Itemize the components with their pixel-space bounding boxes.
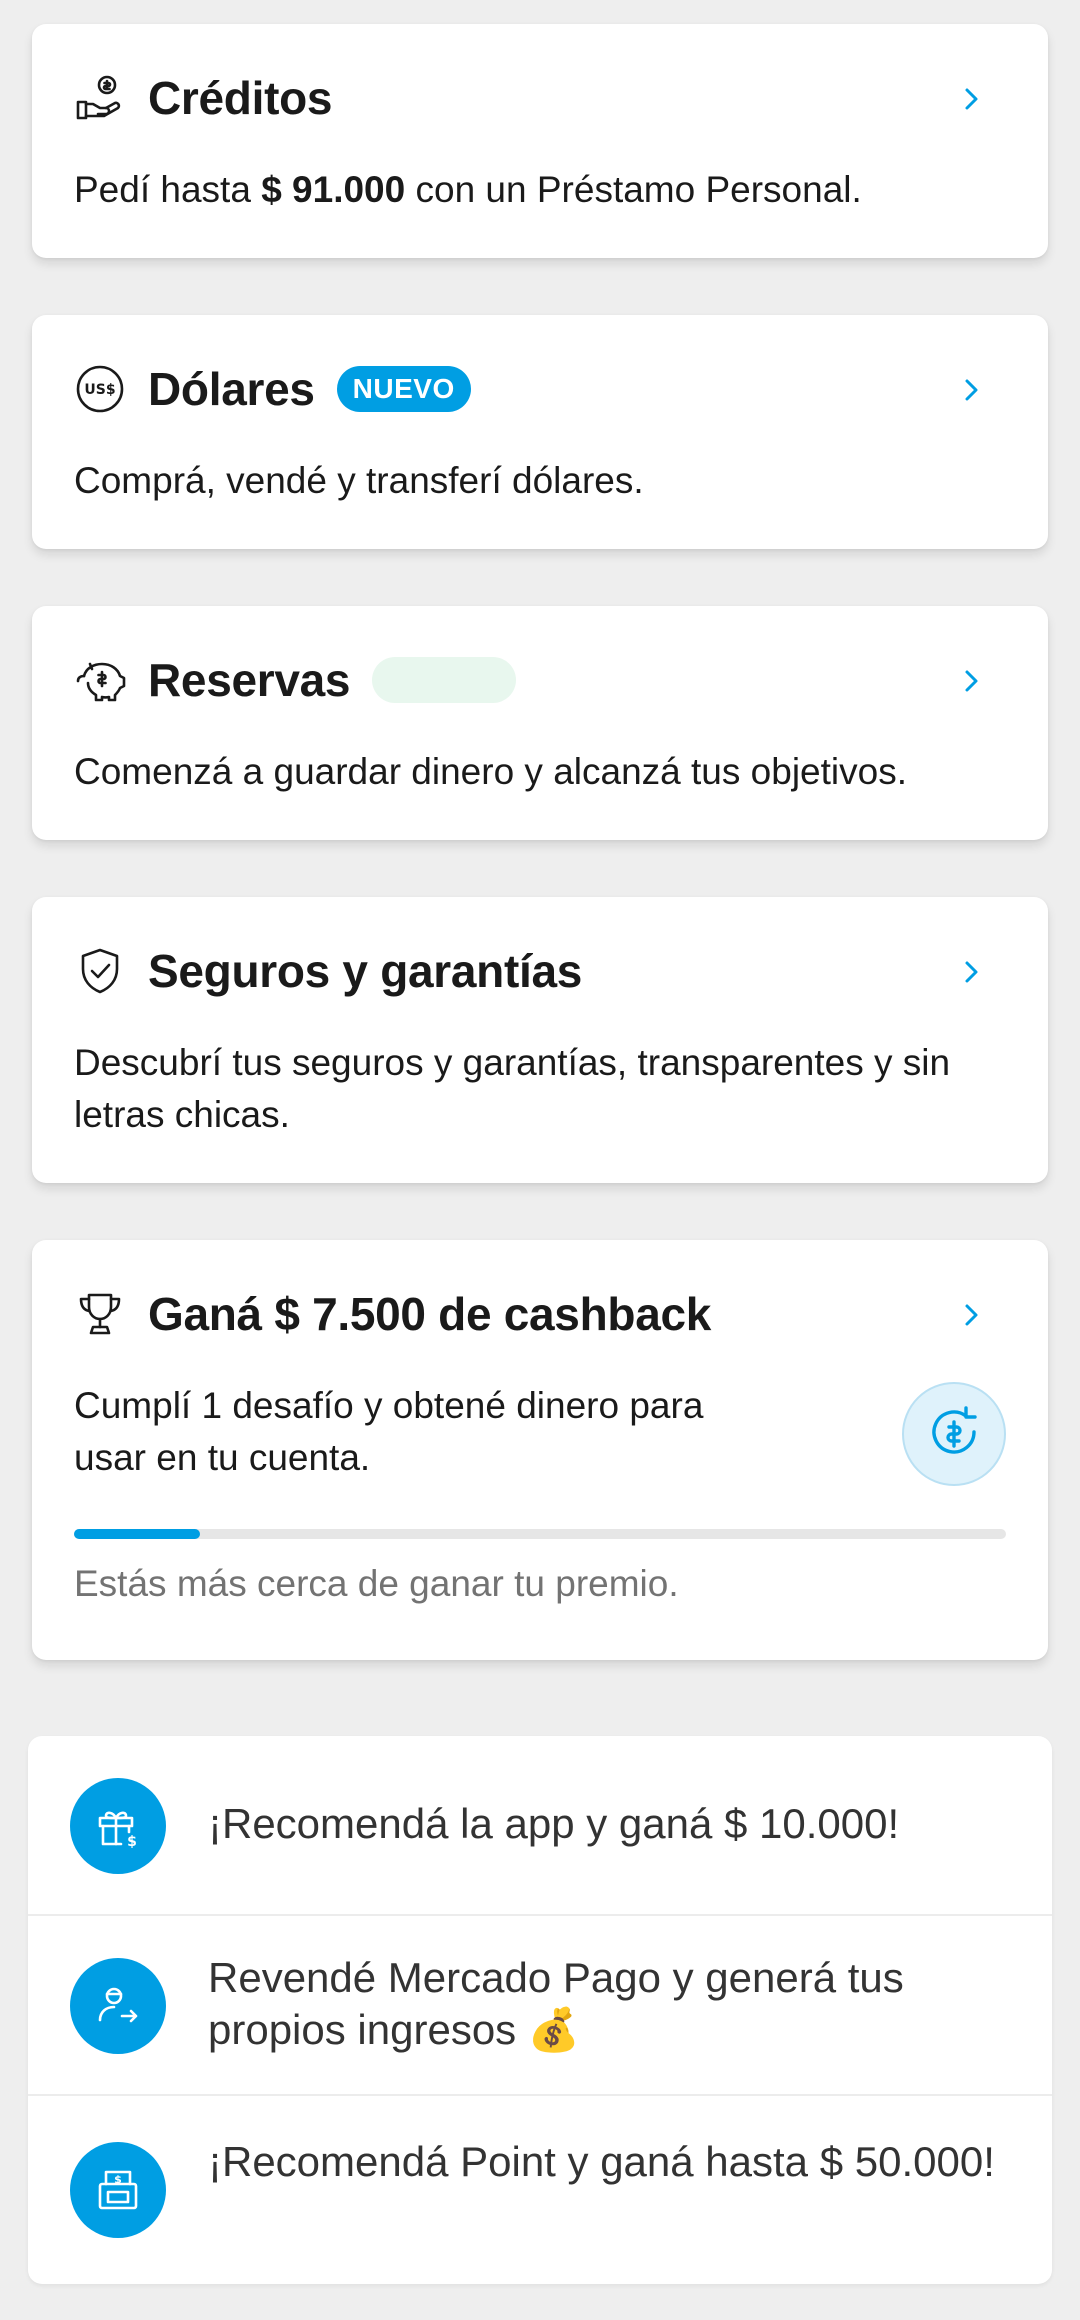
- hand-coin-icon: [74, 72, 126, 124]
- new-badge: NUEVO: [336, 366, 471, 412]
- insurance-description: Descubrí tus seguros y garantías, transp…: [74, 1042, 951, 1135]
- reserves-header: Reservas: [74, 652, 517, 708]
- cashback-header: Ganá $ 7.500 de cashback: [74, 1286, 711, 1342]
- credits-amount: $ 91.000: [261, 169, 406, 210]
- chevron-right-icon: [965, 1304, 978, 1326]
- credits-header: Créditos: [74, 70, 332, 126]
- dollars-description: Comprá, vendé y transferí dólares.: [74, 460, 644, 501]
- dollars-title: Dólares: [148, 363, 315, 415]
- cashback-title: Ganá $ 7.500 de cashback: [148, 1288, 712, 1340]
- svg-text:$: $: [127, 1834, 137, 1850]
- piggy-bank-icon: [74, 654, 126, 706]
- refresh-dollar-icon: [902, 1382, 1006, 1486]
- dollars-card[interactable]: US$ Dólares NUEVO Comprá, vendé y transf…: [32, 315, 1048, 549]
- cashback-progress-bar: [74, 1529, 1006, 1539]
- usd-coin-icon: US$: [74, 363, 126, 415]
- list-item-recommend-app[interactable]: $ ¡Recomendá la app y ganá $ 10.000!: [28, 1736, 1052, 1916]
- credits-card[interactable]: Créditos Pedí hasta $ 91.000 con un Prés…: [32, 24, 1048, 258]
- reserves-description: Comenzá a guardar dinero y alcanzá tus o…: [74, 751, 907, 792]
- chevron-right-icon: [965, 961, 978, 983]
- credits-title: Créditos: [148, 72, 333, 124]
- credits-text-before: Pedí hasta: [74, 169, 262, 210]
- chevron-right-icon: [965, 670, 978, 692]
- dollars-header: US$ Dólares NUEVO: [74, 361, 471, 417]
- list-item-label: ¡Recomendá Point y ganá hasta $ 50.000!: [208, 2138, 995, 2185]
- trophy-icon: [74, 1288, 126, 1340]
- person-arrow-icon: [70, 1958, 166, 2054]
- loading-badge: [372, 657, 517, 703]
- chevron-right-icon: [965, 88, 978, 110]
- credits-text-after: con un Préstamo Personal.: [405, 169, 862, 210]
- insurance-header: Seguros y garantías: [74, 943, 582, 999]
- gift-dollar-icon: $: [70, 1778, 166, 1874]
- chevron-right-icon: [965, 379, 978, 401]
- credits-description: Pedí hasta $ 91.000 con un Préstamo Pers…: [74, 164, 1008, 216]
- list-item-resell[interactable]: Revendé Mercado Pago y generá tus propio…: [28, 1916, 1052, 2096]
- recommendations-list: $ ¡Recomendá la app y ganá $ 10.000! Rev…: [28, 1736, 1052, 2284]
- cashback-progress-fill: [74, 1529, 200, 1539]
- point-device-icon: $: [70, 2142, 166, 2238]
- shield-check-icon: [74, 945, 126, 997]
- cashback-progress-text: Estás más cerca de ganar tu premio.: [74, 1563, 679, 1604]
- insurance-card[interactable]: Seguros y garantías Descubrí tus seguros…: [32, 897, 1048, 1183]
- list-item-label: ¡Recomendá la app y ganá $ 10.000!: [208, 1800, 900, 1847]
- reserves-card[interactable]: Reservas Comenzá a guardar dinero y alca…: [32, 606, 1048, 840]
- svg-text:US$: US$: [84, 382, 115, 398]
- cashback-description: Cumplí 1 desafío y obtené dinero para us…: [74, 1385, 704, 1478]
- insurance-title: Seguros y garantías: [148, 945, 583, 997]
- reserves-title: Reservas: [148, 654, 351, 706]
- svg-text:$: $: [114, 2173, 122, 2186]
- list-item-recommend-point[interactable]: $ ¡Recomendá Point y ganá hasta $ 50.000…: [28, 2096, 1052, 2284]
- cashback-card[interactable]: Ganá $ 7.500 de cashback Cumplí 1 desafí…: [32, 1240, 1048, 1660]
- list-item-label: Revendé Mercado Pago y generá tus propio…: [208, 1954, 904, 2053]
